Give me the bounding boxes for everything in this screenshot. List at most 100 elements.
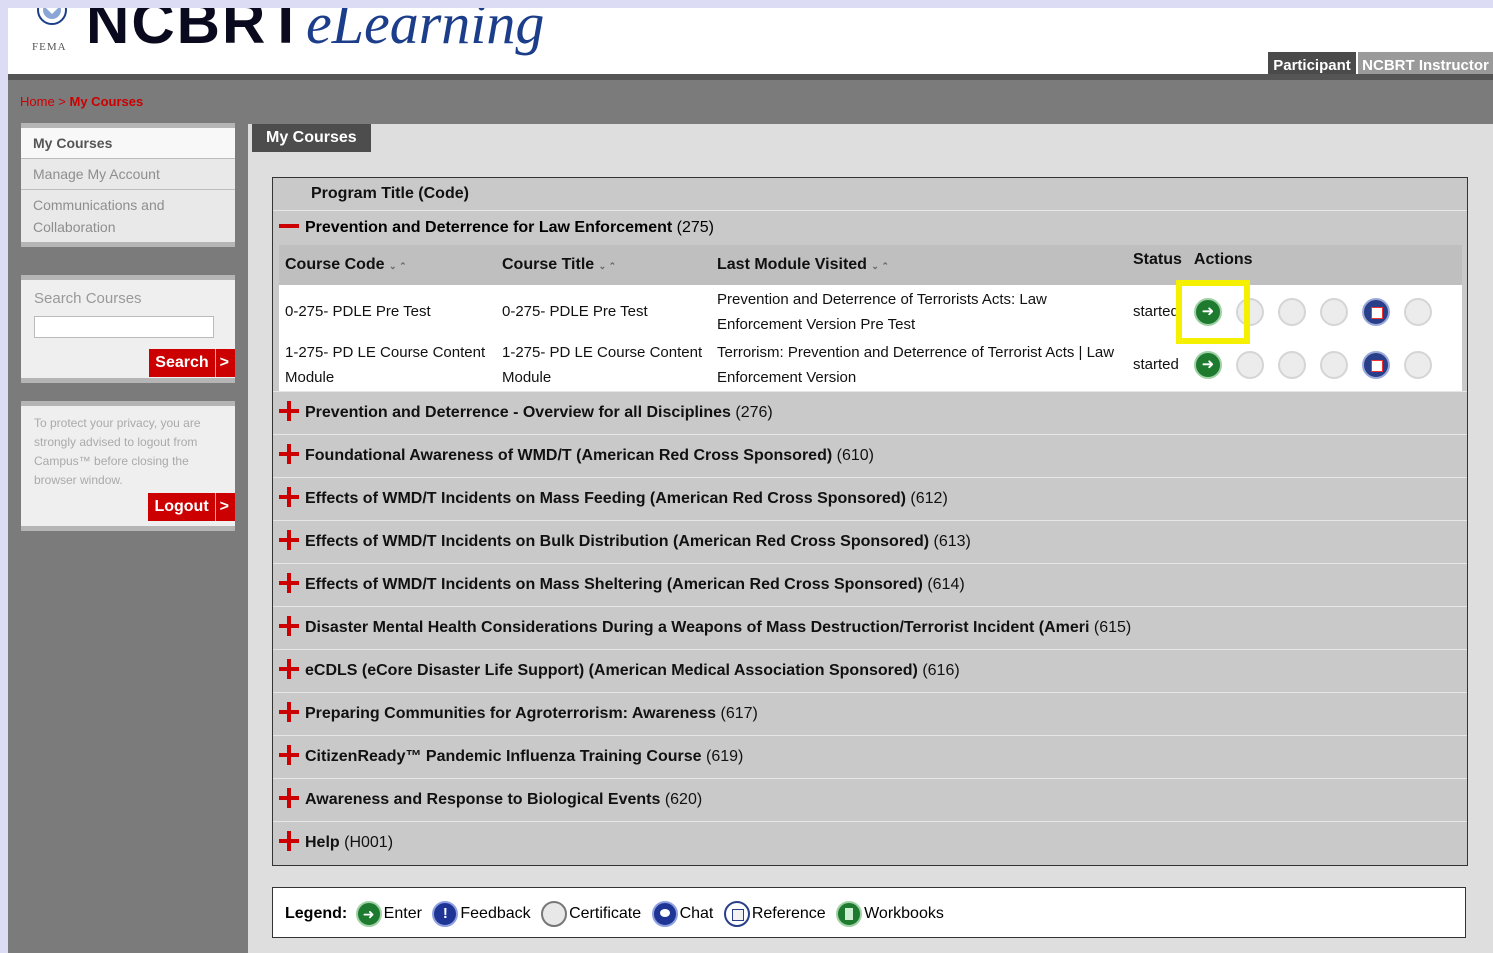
program-code: (275) (676, 219, 715, 236)
collapse-minus-icon[interactable] (279, 216, 299, 236)
program-row[interactable]: Help (H001) (273, 821, 1467, 864)
sidebar-item-my-courses[interactable]: My Courses (21, 128, 235, 159)
status-cell: started (1127, 338, 1188, 391)
last-module-cell: Terrorism: Prevention and Deterrence of … (711, 338, 1127, 391)
sort-arrows-icon[interactable]: ⌄ ⌃ (599, 261, 617, 271)
legend-certificate: Certificate (541, 888, 641, 939)
program-title: CitizenReady™ Pandemic Influenza Trainin… (305, 748, 702, 765)
logout-button[interactable]: Logout > (148, 493, 235, 521)
expand-plus-icon[interactable] (279, 530, 299, 550)
sort-arrows-icon[interactable]: ⌄ ⌃ (389, 261, 407, 271)
program-row[interactable]: Effects of WMD/T Incidents on Mass Shelt… (273, 563, 1467, 606)
actions-cell (1187, 338, 1462, 391)
chat-icon (651, 900, 678, 927)
expand-plus-icon[interactable] (279, 831, 299, 851)
privacy-notice: To protect your privacy, you are strongl… (34, 416, 201, 487)
certificate-icon (1277, 297, 1306, 326)
status-cell: started (1127, 285, 1188, 338)
expand-plus-icon[interactable] (279, 788, 299, 808)
col-course-title-label: Course Title (502, 256, 595, 273)
course-title-cell: 1-275- PD LE Course Content Module (496, 338, 711, 391)
program-row[interactable]: eCDLS (eCore Disaster Life Support) (Ame… (273, 649, 1467, 692)
legend-chat: Chat (651, 888, 713, 939)
fema-label: FEMA (32, 41, 67, 53)
breadcrumb-home[interactable]: Home (20, 94, 55, 109)
course-title-cell: 0-275- PDLE Pre Test (496, 285, 711, 338)
program-row[interactable]: Effects of WMD/T Incidents on Bulk Distr… (273, 520, 1467, 563)
expand-plus-icon[interactable] (279, 659, 299, 679)
col-last-module[interactable]: Last Module Visited ⌄ ⌃ (711, 245, 1127, 285)
app-frame: FEMA NCBRTeLearning Participant NCBRT In… (8, 8, 1493, 953)
program-row-expanded[interactable]: Prevention and Deterrence for Law Enforc… (273, 210, 1467, 245)
expand-plus-icon[interactable] (279, 573, 299, 593)
col-last-module-label: Last Module Visited (717, 256, 867, 273)
reference-icon (723, 900, 750, 927)
legend-workbooks-label: Workbooks (864, 905, 944, 922)
certificate-icon (1277, 350, 1306, 379)
tab-ncbrt-instructor[interactable]: NCBRT Instructor (1358, 52, 1493, 74)
course-table: Course Code ⌄ ⌃ Course Title ⌄ ⌃ Last Mo… (279, 245, 1462, 391)
col-status: Status (1127, 245, 1188, 285)
program-row[interactable]: Awareness and Response to Biological Eve… (273, 778, 1467, 821)
enter-icon[interactable] (1193, 350, 1222, 379)
tab-my-courses[interactable]: My Courses (252, 124, 371, 152)
sidebar-nav: My Courses Manage My Account Communicati… (21, 123, 235, 247)
expand-plus-icon[interactable] (279, 616, 299, 636)
sidebar-item-manage-account[interactable]: Manage My Account (21, 159, 235, 190)
program-row[interactable]: Prevention and Deterrence - Overview for… (273, 391, 1467, 434)
col-course-code[interactable]: Course Code ⌄ ⌃ (279, 245, 496, 285)
workbooks-icon (1403, 350, 1432, 379)
feedback-icon (1235, 350, 1264, 379)
logout-button-label: Logout (154, 498, 209, 515)
program-title: Foundational Awareness of WMD/T (America… (305, 447, 833, 464)
search-input[interactable] (34, 316, 214, 338)
program-code: (620) (664, 791, 703, 808)
search-arrow-icon: > (214, 349, 229, 377)
program-row[interactable]: Foundational Awareness of WMD/T (America… (273, 434, 1467, 477)
program-code: (610) (836, 447, 874, 464)
workbooks-icon (836, 900, 863, 927)
program-code: (276) (735, 404, 773, 421)
workbooks-icon (1403, 297, 1432, 326)
program-title: Help (305, 834, 340, 851)
program-row[interactable]: Preparing Communities for Agroterrorism:… (273, 692, 1467, 735)
program-row[interactable]: CitizenReady™ Pandemic Influenza Trainin… (273, 735, 1467, 778)
chat-icon (1319, 297, 1348, 326)
programs-table: Program Title (Code) Prevention and Dete… (272, 177, 1468, 866)
legend-reference-label: Reference (751, 905, 826, 922)
logo-italic-text: eLearning (305, 8, 545, 56)
program-title: Effects of WMD/T Incidents on Bulk Distr… (305, 533, 930, 550)
legend: Legend: Enter Feedback Certificate Chat … (272, 887, 1466, 938)
enter-icon[interactable] (1193, 297, 1222, 326)
expand-plus-icon[interactable] (279, 401, 299, 421)
expand-plus-icon[interactable] (279, 745, 299, 765)
program-title: Prevention and Deterrence for Law Enforc… (305, 219, 673, 236)
reference-icon[interactable] (1361, 350, 1390, 379)
breadcrumb: Home > My Courses (20, 94, 143, 109)
programs-column-header: Program Title (Code) (273, 178, 1467, 210)
actions-cell (1187, 285, 1462, 338)
site-logo[interactable]: NCBRTeLearning (86, 8, 544, 57)
program-code: (613) (933, 533, 971, 550)
site-header: FEMA NCBRTeLearning Participant NCBRT In… (8, 8, 1493, 74)
program-row[interactable]: Disaster Mental Health Considerations Du… (273, 606, 1467, 649)
dhs-seal-icon (37, 8, 67, 25)
program-code: (615) (1093, 619, 1132, 636)
tab-participant[interactable]: Participant (1268, 52, 1356, 74)
enter-icon (355, 900, 382, 927)
col-course-title[interactable]: Course Title ⌄ ⌃ (496, 245, 711, 285)
feedback-icon (432, 900, 459, 927)
expand-plus-icon[interactable] (279, 702, 299, 722)
expand-plus-icon[interactable] (279, 487, 299, 507)
breadcrumb-separator: > (54, 94, 70, 109)
search-button[interactable]: Search > (149, 349, 235, 377)
reference-icon[interactable] (1361, 297, 1390, 326)
program-row[interactable]: Effects of WMD/T Incidents on Mass Feedi… (273, 477, 1467, 520)
legend-reference: Reference (723, 888, 826, 939)
col-course-code-label: Course Code (285, 256, 385, 273)
sidebar-item-communications[interactable]: Communications and Collaboration (21, 190, 235, 242)
sort-arrows-icon[interactable]: ⌄ ⌃ (871, 261, 889, 271)
legend-feedback-label: Feedback (460, 905, 531, 922)
search-label: Search Courses (34, 290, 142, 307)
expand-plus-icon[interactable] (279, 444, 299, 464)
